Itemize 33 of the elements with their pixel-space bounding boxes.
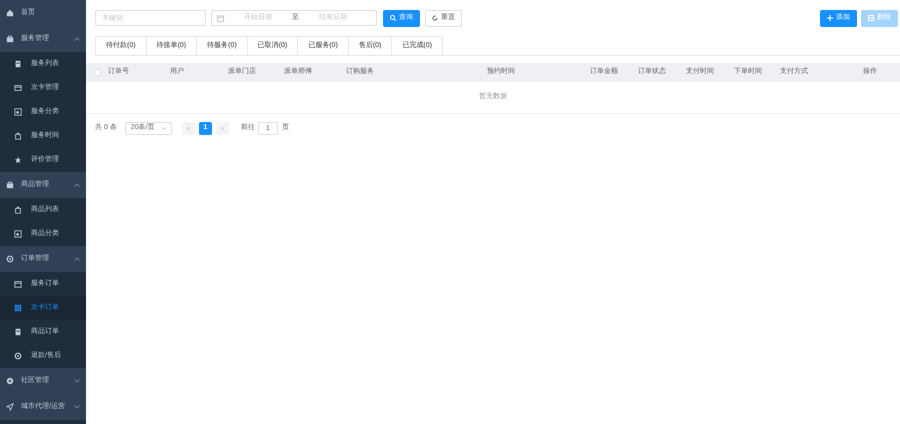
picture-frame-icon	[14, 230, 22, 238]
bag-icon	[14, 132, 22, 140]
chevron-icon	[74, 183, 80, 187]
plus-circle-icon	[6, 377, 14, 385]
chevron-icon	[74, 257, 80, 261]
house-icon	[6, 9, 14, 17]
star-icon	[14, 156, 22, 164]
gear-icon	[14, 352, 22, 360]
grid-icon	[14, 304, 22, 312]
refresh-icon	[432, 15, 438, 21]
chevron-right-icon	[220, 126, 224, 131]
bag-icon	[14, 206, 22, 214]
chevron-icon	[160, 127, 166, 130]
previous-page-button[interactable]	[182, 122, 195, 135]
bag-icon	[6, 35, 14, 43]
chevron-icon	[74, 405, 80, 409]
gear-icon	[6, 255, 14, 263]
chevron-icon	[74, 37, 80, 41]
chevron-left-icon	[186, 126, 190, 131]
plus-icon	[827, 15, 833, 21]
chevron-icon	[74, 379, 80, 383]
calendar-icon	[217, 14, 224, 22]
select-all-checkbox[interactable]	[94, 69, 100, 76]
card-icon	[14, 84, 22, 92]
document-icon	[14, 60, 22, 68]
calendar-icon	[14, 280, 22, 288]
grid-icon	[868, 15, 874, 21]
search-icon	[390, 15, 396, 21]
next-page-button[interactable]	[216, 122, 229, 135]
bag-icon	[6, 181, 14, 189]
paper-plane-icon	[6, 403, 14, 411]
document-icon	[14, 328, 22, 336]
picture-frame-icon	[14, 108, 22, 116]
